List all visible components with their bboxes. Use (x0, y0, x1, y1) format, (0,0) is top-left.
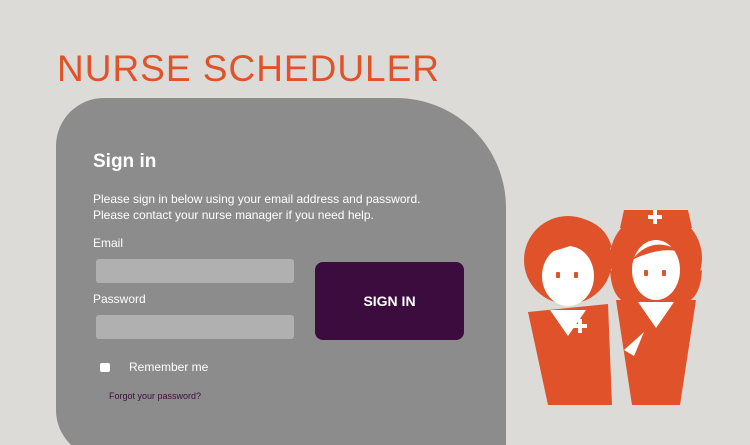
sign-in-button[interactable]: SIGN IN (315, 262, 464, 340)
remember-me-checkbox[interactable] (100, 362, 110, 372)
email-field[interactable] (96, 259, 294, 283)
password-label: Password (93, 292, 146, 306)
signin-description-line-1: Please sign in below using your email ad… (93, 192, 421, 206)
login-page: NURSE SCHEDULER Sign in Please sign in b… (0, 0, 750, 445)
signin-description-line-2: Please contact your nurse manager if you… (93, 208, 374, 222)
signin-description: Please sign in below using your email ad… (93, 191, 473, 223)
app-title: NURSE SCHEDULER (57, 48, 441, 89)
remember-me-row[interactable]: Remember me (100, 360, 208, 374)
forgot-password-link[interactable]: Forgot your password? (109, 392, 201, 401)
remember-me-label[interactable]: Remember me (129, 360, 208, 374)
signin-heading: Sign in (93, 151, 157, 172)
nurses-icon (524, 210, 702, 405)
password-field[interactable] (96, 315, 294, 339)
email-label: Email (93, 236, 124, 250)
